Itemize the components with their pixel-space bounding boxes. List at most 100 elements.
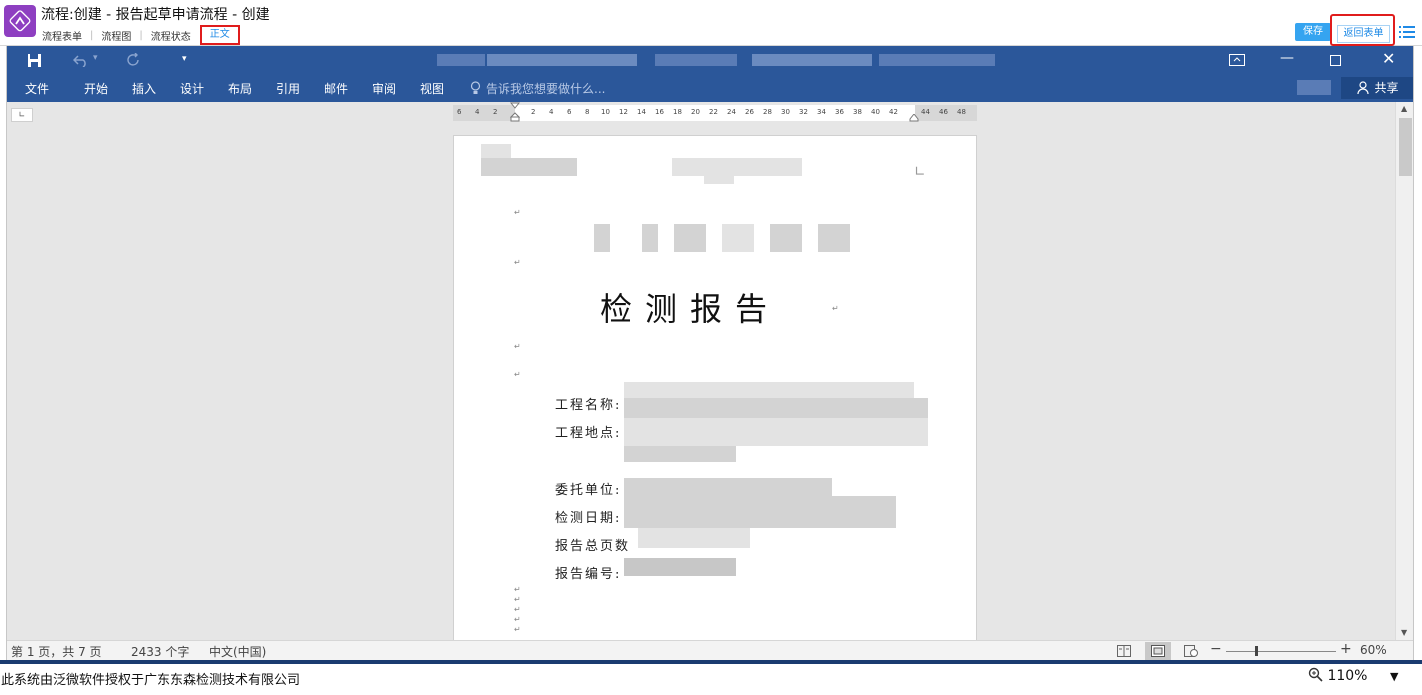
vertical-scrollbar[interactable]: ▲ ▼	[1395, 102, 1413, 642]
redacted-block	[770, 224, 802, 252]
list-menu-icon[interactable]	[1399, 25, 1415, 39]
redacted-value	[624, 558, 736, 576]
ribbon-tab-bar: 文件 开始 插入 设计 布局 引用 邮件 审阅 视图 告诉我您想要做什么... …	[7, 74, 1413, 102]
ruler-tick: 8	[585, 108, 590, 116]
ruler-tick: 42	[889, 108, 898, 116]
tab-separator: |	[139, 29, 143, 41]
browser-status-bar: 此系统由泛微软件授权于广东东森检测技术有限公司 110% ▼	[0, 664, 1422, 695]
tab-view[interactable]: 视图	[420, 80, 444, 97]
redacted-block	[481, 158, 577, 176]
tab-body-text[interactable]: 正文	[199, 25, 240, 45]
tell-me-search[interactable]: 告诉我您想要做什么...	[486, 80, 605, 97]
close-icon[interactable]: ✕	[1382, 49, 1395, 68]
print-layout-selected[interactable]	[1145, 642, 1171, 660]
scroll-down-icon[interactable]: ▼	[1401, 628, 1407, 637]
tab-references[interactable]: 引用	[276, 80, 300, 97]
zoom-percent[interactable]: 60%	[1360, 643, 1387, 657]
word-status-bar: 第 1 页，共 7 页 2433 个字 中文(中国) − + 60%	[7, 640, 1413, 660]
ruler-tick: 24	[727, 108, 736, 116]
ruler-tick: 12	[619, 108, 628, 116]
scrollbar-thumb[interactable]	[1399, 118, 1412, 176]
indent-marker-icon[interactable]	[510, 102, 520, 122]
redacted-value	[638, 528, 750, 548]
language-indicator[interactable]: 中文(中国)	[209, 643, 266, 660]
ruler-tick: 28	[763, 108, 772, 116]
tab-selector[interactable]: ∟	[11, 108, 33, 122]
ribbon-display-icon[interactable]	[1229, 54, 1245, 66]
right-indent-marker-icon[interactable]	[909, 114, 919, 122]
redacted-block	[704, 176, 734, 184]
ruler-tick: 14	[637, 108, 646, 116]
redacted-value	[624, 398, 928, 418]
lightbulb-icon	[470, 81, 481, 94]
undo-icon[interactable]	[73, 54, 89, 67]
paragraph-mark: ↵	[514, 585, 521, 594]
ruler-tick: 10	[601, 108, 610, 116]
ruler-tick: 16	[655, 108, 664, 116]
browser-zoom-value: 110%	[1327, 668, 1368, 684]
paragraph-mark: ↵	[514, 625, 521, 634]
paragraph-mark: ↵	[514, 595, 521, 604]
tab-design[interactable]: 设计	[180, 80, 204, 97]
zoom-slider[interactable]	[1226, 651, 1336, 652]
ruler-tick: 18	[673, 108, 682, 116]
page-count[interactable]: 第 1 页，共 7 页	[11, 643, 102, 660]
ruler-tick: 32	[799, 108, 808, 116]
zoom-in-icon[interactable]: +	[1340, 641, 1352, 657]
tab-file[interactable]: 文件	[25, 80, 49, 97]
share-label: 共享	[1374, 81, 1399, 95]
ruler-tick: 40	[871, 108, 880, 116]
undo-dropdown-icon[interactable]: ▾	[93, 53, 98, 63]
paragraph-mark: ↵	[832, 304, 839, 313]
ruler-tick: 48	[957, 108, 966, 116]
app-header: 流程:创建 - 报告起草申请流程 - 创建 流程表单 | 流程图 | 流程状态 …	[0, 0, 1422, 46]
web-layout-icon[interactable]	[1184, 645, 1198, 657]
field-total-pages: 报告总页数	[555, 539, 631, 554]
share-button[interactable]: 共享	[1341, 77, 1413, 99]
save-icon[interactable]	[27, 53, 42, 68]
paragraph-mark: ↵	[514, 208, 521, 217]
field-test-date: 检测日期:	[555, 511, 622, 526]
ruler-tick: 22	[709, 108, 718, 116]
paragraph-mark: ↵	[514, 258, 521, 267]
word-count[interactable]: 2433 个字	[131, 643, 189, 660]
redacted-block	[879, 54, 995, 66]
maximize-icon[interactable]	[1330, 55, 1341, 66]
redacted-value	[624, 446, 736, 462]
read-mode-icon[interactable]	[1117, 645, 1131, 657]
return-form-button[interactable]: 返回表单	[1337, 25, 1390, 43]
document-page[interactable]: ∟ ↵ ↵ 检测报告 ↵ ↵ ↵ 工程名称: 工程地点: 委托单位: 检测日期:…	[453, 135, 977, 660]
redo-icon[interactable]	[126, 53, 141, 68]
scroll-up-icon[interactable]: ▲	[1401, 104, 1407, 113]
zoom-dropdown-icon[interactable]: ▼	[1390, 670, 1398, 683]
tab-home[interactable]: 开始	[84, 80, 108, 97]
tab-flow-form[interactable]: 流程表单	[41, 28, 83, 43]
paragraph-mark: ↵	[514, 605, 521, 614]
horizontal-ruler[interactable]: 6 4 2 2 4 6 8 10 12 14 16 18 20 22 24 26…	[453, 102, 977, 122]
redacted-block	[672, 158, 802, 176]
zoom-slider-knob[interactable]	[1255, 646, 1258, 656]
tab-insert[interactable]: 插入	[132, 80, 156, 97]
tab-flow-status[interactable]: 流程状态	[150, 28, 192, 43]
redacted-value	[624, 418, 928, 446]
app-logo-icon	[4, 5, 36, 37]
word-editor: ▾ ▾ — ✕ 文件 开始 插入 设计 布局 引用 邮件 审阅 视图 告诉我您想…	[6, 46, 1414, 660]
license-text: 此系统由泛微软件授权于广东东森检测技术有限公司	[1, 673, 301, 688]
tab-mailings[interactable]: 邮件	[324, 80, 348, 97]
tab-flow-chart[interactable]: 流程图	[100, 28, 132, 43]
minimize-icon[interactable]: —	[1280, 50, 1294, 66]
tab-layout[interactable]: 布局	[228, 80, 252, 97]
redacted-block	[674, 224, 706, 252]
word-titlebar: ▾ ▾ — ✕	[7, 46, 1413, 74]
return-highlight: 返回表单	[1330, 14, 1395, 46]
paragraph-mark: ↵	[514, 342, 521, 351]
zoom-out-icon[interactable]: −	[1210, 641, 1222, 657]
quick-access-dropdown-icon[interactable]: ▾	[182, 54, 187, 64]
ruler-tick: 6	[567, 108, 572, 116]
ruler-tick: 44	[921, 108, 930, 116]
ruler-tick: 6	[457, 108, 462, 116]
redacted-block	[818, 224, 850, 252]
browser-zoom-control[interactable]: 110% ▼	[1308, 667, 1398, 684]
tab-review[interactable]: 审阅	[372, 80, 396, 97]
save-button[interactable]: 保存	[1295, 23, 1331, 41]
